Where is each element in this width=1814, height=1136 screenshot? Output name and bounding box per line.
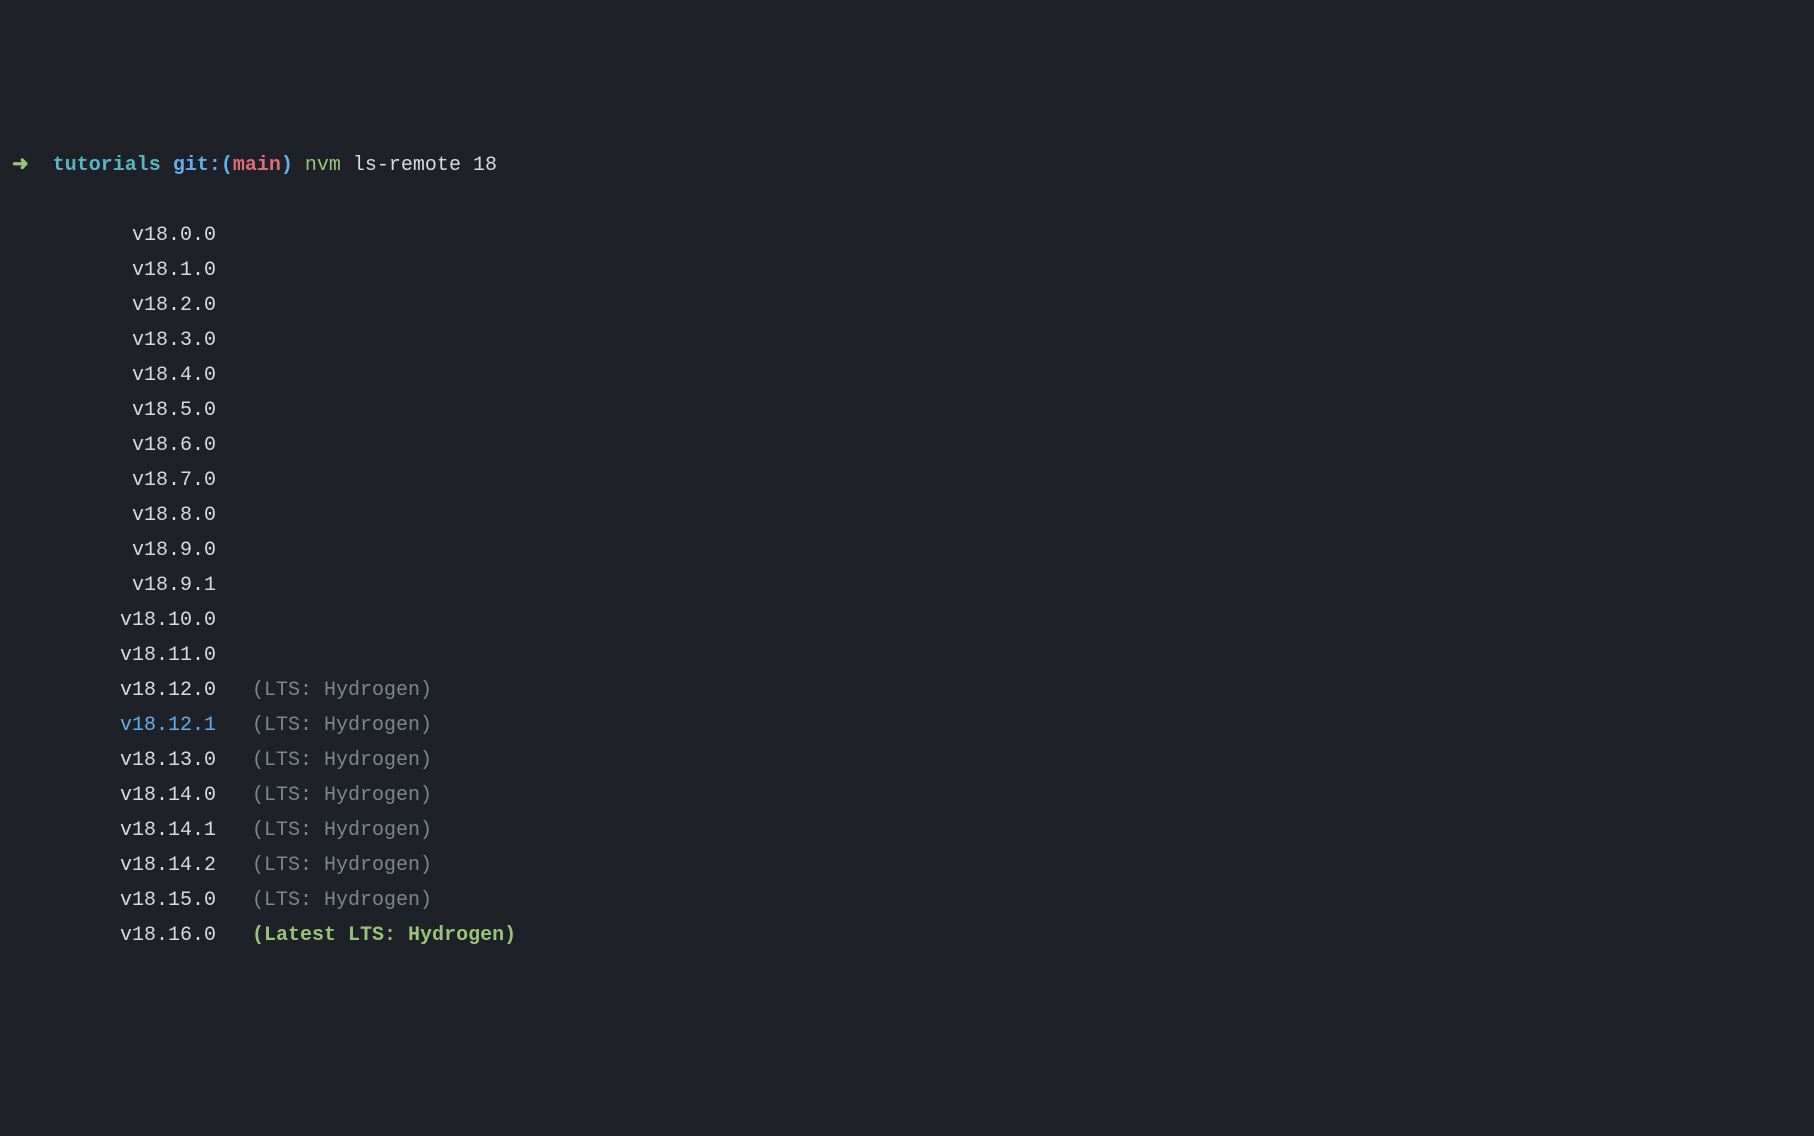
- version-number: v18.8.0: [12, 498, 216, 533]
- version-number: v18.10.0: [12, 603, 216, 638]
- lts-annotation: (LTS: Hydrogen): [216, 743, 432, 778]
- version-number: v18.16.0: [12, 918, 216, 953]
- output-line: v18.14.0(LTS: Hydrogen): [12, 778, 1802, 813]
- lts-annotation: (LTS: Hydrogen): [216, 813, 432, 848]
- prompt-arrow-icon: ➜: [12, 148, 29, 183]
- version-number: v18.6.0: [12, 428, 216, 463]
- lts-annotation: (Latest LTS: Hydrogen): [216, 918, 516, 953]
- version-number: v18.3.0: [12, 323, 216, 358]
- output-line: v18.12.1(LTS: Hydrogen): [12, 708, 1802, 743]
- output-line: v18.7.0: [12, 463, 1802, 498]
- version-number: v18.12.0: [12, 673, 216, 708]
- version-number: v18.7.0: [12, 463, 216, 498]
- version-number: v18.2.0: [12, 288, 216, 323]
- version-number: v18.4.0: [12, 358, 216, 393]
- version-number: v18.14.1: [12, 813, 216, 848]
- version-number: v18.11.0: [12, 638, 216, 673]
- output-line: v18.9.0: [12, 533, 1802, 568]
- output-line: v18.9.1: [12, 568, 1802, 603]
- output-line: v18.16.0(Latest LTS: Hydrogen): [12, 918, 1802, 953]
- git-branch: main: [233, 148, 281, 183]
- output-line: v18.3.0: [12, 323, 1802, 358]
- output-line: v18.14.2(LTS: Hydrogen): [12, 848, 1802, 883]
- output-line: v18.11.0: [12, 638, 1802, 673]
- lts-annotation: (LTS: Hydrogen): [216, 708, 432, 743]
- version-number: v18.1.0: [12, 253, 216, 288]
- output-line: v18.5.0: [12, 393, 1802, 428]
- output-line: v18.2.0: [12, 288, 1802, 323]
- git-label-close: ): [281, 148, 293, 183]
- version-number: v18.0.0: [12, 218, 216, 253]
- version-number: v18.14.2: [12, 848, 216, 883]
- output-line: v18.10.0: [12, 603, 1802, 638]
- command-output: v18.0.0v18.1.0v18.2.0v18.3.0v18.4.0v18.5…: [12, 218, 1802, 953]
- output-line: v18.14.1(LTS: Hydrogen): [12, 813, 1802, 848]
- lts-annotation: (LTS: Hydrogen): [216, 778, 432, 813]
- output-line: v18.15.0(LTS: Hydrogen): [12, 883, 1802, 918]
- version-number: v18.15.0: [12, 883, 216, 918]
- output-line: v18.0.0: [12, 218, 1802, 253]
- command-arguments: ls-remote 18: [353, 148, 497, 183]
- version-number: v18.12.1: [12, 708, 216, 743]
- output-line: v18.1.0: [12, 253, 1802, 288]
- version-number: v18.9.1: [12, 568, 216, 603]
- version-number: v18.5.0: [12, 393, 216, 428]
- version-number: v18.14.0: [12, 778, 216, 813]
- version-number: v18.9.0: [12, 533, 216, 568]
- output-line: v18.6.0: [12, 428, 1802, 463]
- output-line: v18.13.0(LTS: Hydrogen): [12, 743, 1802, 778]
- prompt-directory: tutorials: [53, 148, 161, 183]
- output-line: v18.8.0: [12, 498, 1802, 533]
- lts-annotation: (LTS: Hydrogen): [216, 848, 432, 883]
- output-line: v18.4.0: [12, 358, 1802, 393]
- version-number: v18.13.0: [12, 743, 216, 778]
- command-binary: nvm: [305, 148, 341, 183]
- shell-prompt[interactable]: ➜ tutorials git:(main) nvm ls-remote 18: [12, 148, 1802, 183]
- git-label: git:(: [173, 148, 233, 183]
- lts-annotation: (LTS: Hydrogen): [216, 673, 432, 708]
- lts-annotation: (LTS: Hydrogen): [216, 883, 432, 918]
- output-line: v18.12.0(LTS: Hydrogen): [12, 673, 1802, 708]
